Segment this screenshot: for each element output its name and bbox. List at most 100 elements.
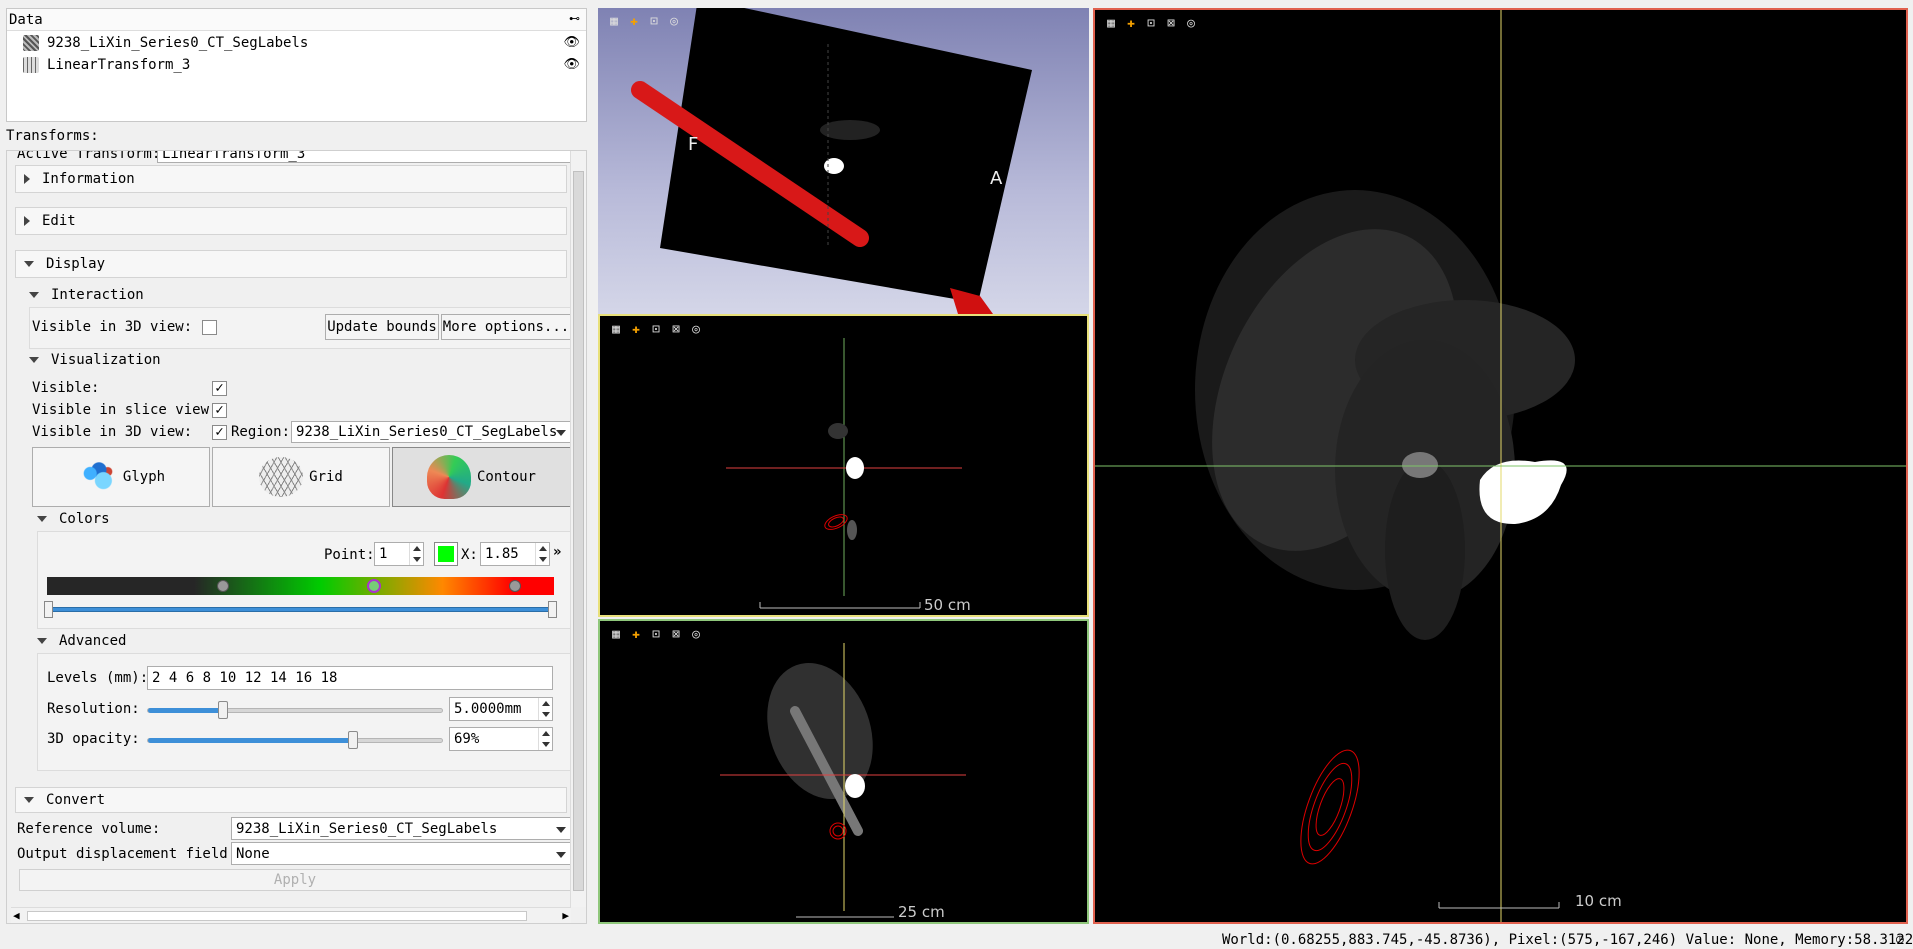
mode-label: Contour: [476, 469, 536, 485]
levels-input[interactable]: 2 4 6 8 10 12 14 16 18: [147, 666, 553, 690]
update-bounds-button[interactable]: Update bounds: [325, 314, 439, 340]
data-tree-title: Data: [9, 12, 43, 28]
transform-icon: [23, 57, 39, 73]
tree-item-label: 9238_LiXin_Series0_CT_SegLabels: [47, 35, 309, 51]
scrollbar-thumb[interactable]: [27, 911, 527, 921]
color-point-handle-selected[interactable]: [367, 579, 381, 593]
visible-3d-checkbox[interactable]: ✓: [212, 424, 227, 440]
colors-header[interactable]: Colors: [37, 511, 110, 527]
slice-image: [720, 643, 966, 918]
resolution-slider[interactable]: [147, 701, 443, 719]
view-red-slice[interactable]: ▦ ✚ ⊡ ⊠ ◎ 10 cm: [1093, 8, 1908, 924]
more-options-button[interactable]: More options...: [441, 314, 571, 340]
spin-arrows-icon[interactable]: [538, 728, 552, 750]
resolution-slider-fill: [148, 708, 222, 713]
grid-mode-button[interactable]: Grid: [212, 447, 390, 507]
glyph-mode-button[interactable]: Glyph: [32, 447, 210, 507]
visible-slice-checkbox[interactable]: ✓: [212, 402, 227, 418]
contour-mode-button[interactable]: Contour: [392, 447, 571, 507]
active-transform-value: LinearTransform_3: [162, 150, 306, 162]
scale-bar-label: 25 cm: [898, 903, 945, 921]
range-min-handle[interactable]: [44, 601, 53, 618]
point-label: Point:: [324, 547, 375, 563]
section-display[interactable]: Display: [15, 250, 567, 278]
opacity-label: 3D opacity:: [47, 731, 140, 747]
region-value: 9238_LiXin_Series0_CT_SegLabels: [296, 424, 558, 440]
status-bar: World:(0.68255,883.745,-45.8736), Pixel:…: [1222, 932, 1913, 948]
color-point-handle[interactable]: [217, 580, 229, 592]
view-3d[interactable]: ▦ ✚ ⊡ ◎ F A: [598, 8, 1089, 314]
orientation-label-a: A: [990, 168, 1003, 189]
eye-icon[interactable]: 👁: [563, 35, 580, 50]
advanced-header[interactable]: Advanced: [37, 633, 126, 649]
region-select[interactable]: 9238_LiXin_Series0_CT_SegLabels: [291, 421, 571, 443]
x-spinbox[interactable]: 1.85: [480, 542, 550, 566]
visualization-header[interactable]: Visualization: [29, 352, 161, 368]
apply-button[interactable]: Apply: [19, 869, 571, 891]
view-green-slice[interactable]: ▦ ✚ ⊡ ⊠ ◎ 25 cm: [598, 619, 1089, 924]
interaction-visible-3d-checkbox[interactable]: [202, 319, 218, 335]
visualization-title: Visualization: [51, 352, 161, 368]
opacity-spinbox[interactable]: 69%: [449, 727, 553, 751]
opacity-slider[interactable]: [147, 731, 443, 749]
horizontal-scrollbar[interactable]: ◀ ▶: [11, 907, 571, 923]
scrollbar-thumb[interactable]: [573, 171, 584, 891]
transforms-title: Transforms:: [6, 128, 99, 144]
visible-slice-row: Visible in slice view: ✓: [32, 402, 227, 418]
collapse-arrow-icon: [37, 638, 47, 644]
point-spinbox[interactable]: 1: [374, 542, 424, 566]
data-tree-header: Data ⊷: [7, 9, 586, 31]
color-swatch-button[interactable]: [434, 542, 458, 566]
visible-3d-row: Visible in 3D view: ✓ Region:: [32, 424, 290, 440]
visible-label: Visible:: [32, 380, 100, 396]
data-tree[interactable]: Data ⊷ 9238_LiXin_Series0_CT_SegLabels 👁…: [6, 8, 587, 122]
section-label: Information: [42, 171, 135, 187]
resolution-slider-handle[interactable]: [218, 701, 228, 719]
reference-volume-value: 9238_LiXin_Series0_CT_SegLabels: [236, 820, 498, 837]
resolution-spinbox[interactable]: 5.0000mm: [449, 697, 553, 721]
interaction-title: Interaction: [51, 287, 144, 303]
color-range-slider[interactable]: [44, 601, 557, 618]
scroll-left-icon[interactable]: ◀: [13, 909, 20, 922]
vertical-scrollbar[interactable]: [570, 151, 586, 907]
orientation-label-f: F: [688, 134, 699, 155]
section-information[interactable]: Information: [15, 165, 567, 193]
spin-arrows-icon[interactable]: [409, 543, 423, 565]
dropdown-arrow-icon: [556, 826, 566, 833]
interaction-visible-row: Visible in 3D view:: [32, 319, 218, 335]
spin-arrows-icon[interactable]: [535, 543, 549, 565]
glyph-icon: [76, 459, 121, 495]
eye-icon[interactable]: 👁: [563, 57, 580, 72]
reference-volume-select[interactable]: 9238_LiXin_Series0_CT_SegLabels: [231, 817, 571, 840]
opacity-slider-handle[interactable]: [348, 731, 358, 749]
colors-title: Colors: [59, 511, 110, 527]
more-colors-button[interactable]: »: [553, 544, 561, 560]
view-yellow-slice[interactable]: ▦ ✚ ⊡ ⊠ ◎ 50 cm: [598, 314, 1089, 617]
status-settings-icon[interactable]: ◷: [1896, 932, 1904, 947]
tree-item-transform[interactable]: LinearTransform_3: [23, 57, 190, 73]
expand-arrow-icon: [24, 216, 30, 226]
active-transform-row: Active Transform:: [17, 151, 160, 162]
grid-icon: [259, 457, 304, 497]
color-map-bar[interactable]: [47, 577, 554, 595]
section-convert[interactable]: Convert: [15, 787, 567, 813]
range-max-handle[interactable]: [548, 601, 557, 618]
collapse-arrow-icon: [24, 261, 34, 267]
active-transform-select[interactable]: LinearTransform_3: [157, 150, 571, 163]
tree-item-segmentation[interactable]: 9238_LiXin_Series0_CT_SegLabels: [23, 35, 308, 51]
section-label: Edit: [42, 213, 76, 229]
region-label: Region:: [231, 424, 291, 440]
left-panel: Data ⊷ 9238_LiXin_Series0_CT_SegLabels 👁…: [0, 0, 592, 949]
scroll-right-icon[interactable]: ▶: [562, 909, 569, 922]
scale-bar-label: 10 cm: [1575, 892, 1622, 910]
section-edit[interactable]: Edit: [15, 207, 567, 235]
interaction-header[interactable]: Interaction: [29, 287, 144, 303]
section-label: Convert: [46, 792, 106, 808]
header-options-icon[interactable]: ⊷: [569, 12, 580, 25]
output-field-select[interactable]: None: [231, 842, 571, 865]
visible-checkbox[interactable]: ✓: [212, 380, 227, 396]
spin-arrows-icon[interactable]: [538, 698, 552, 720]
opacity-value: 69%: [454, 731, 480, 747]
color-point-handle[interactable]: [509, 580, 521, 592]
collapse-arrow-icon: [24, 797, 34, 803]
